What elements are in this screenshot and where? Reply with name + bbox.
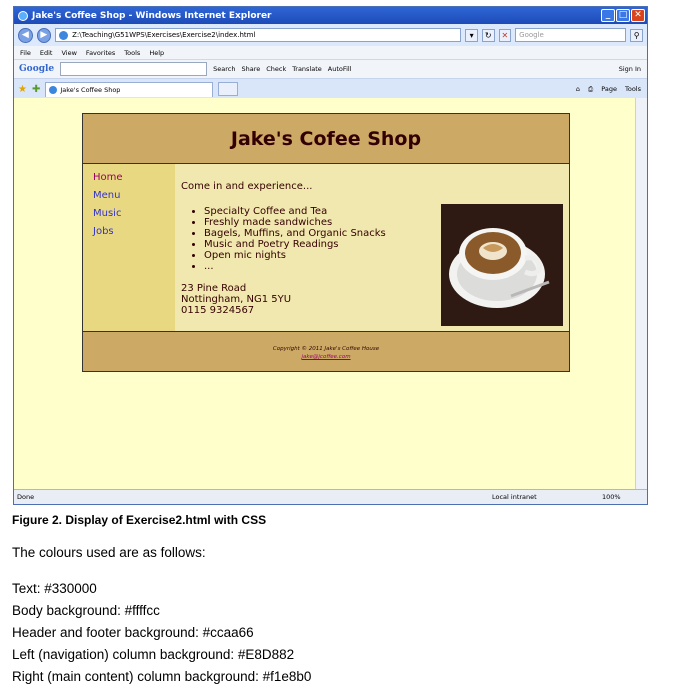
google-check-button[interactable]: Check: [266, 65, 286, 73]
title-bar: Jake's Coffee Shop - Windows Internet Ex…: [14, 7, 647, 24]
back-button[interactable]: ◀: [18, 27, 33, 43]
address-text: Z:\Teaching\G51WPS\Exercises\Exercise2\i…: [72, 31, 256, 39]
google-logo: Google: [19, 64, 55, 74]
nav-link-home[interactable]: Home: [93, 172, 175, 183]
security-zone: Local intranet: [492, 493, 537, 501]
window-title: Jake's Coffee Shop - Windows Internet Ex…: [32, 10, 272, 21]
menu-favorites[interactable]: Favorites: [86, 49, 115, 57]
colour-left-column: Left (navigation) column background: #E8…: [12, 647, 295, 662]
figure-caption: Figure 2. Display of Exercise2.html with…: [12, 513, 267, 527]
tab-page-icon: [49, 85, 58, 94]
colour-text: Text: #330000: [12, 581, 97, 596]
address-dropdown-icon[interactable]: ▾: [465, 28, 478, 42]
status-text: Done: [17, 493, 35, 501]
address-bar: ◀ ▶ Z:\Teaching\G51WPS\Exercises\Exercis…: [14, 24, 647, 46]
tab-label: Jake's Coffee Shop: [60, 85, 121, 94]
main-content: Come in and experience... Specialty Coff…: [175, 164, 569, 331]
page-menu[interactable]: Page: [601, 85, 617, 94]
page-container: Jake's Cofee Shop Home Menu Music Jobs C…: [82, 113, 570, 372]
zoom-level[interactable]: 100%: [602, 493, 647, 501]
colour-right-column: Right (main content) column background: …: [12, 669, 312, 684]
add-favorites-icon[interactable]: ✚: [32, 84, 40, 95]
search-icon[interactable]: ⚲: [630, 28, 643, 42]
menu-help[interactable]: Help: [149, 49, 164, 57]
menu-tools[interactable]: Tools: [124, 49, 140, 57]
maximize-button[interactable]: □: [616, 9, 630, 22]
google-sign-in-button[interactable]: Sign In: [619, 65, 647, 73]
footer-copyright: Copyright © 2011 Jake's Coffee House: [272, 346, 380, 352]
intro-text: Come in and experience...: [181, 181, 313, 192]
menu-file[interactable]: File: [20, 49, 31, 57]
google-share-button[interactable]: Share: [241, 65, 260, 73]
search-input[interactable]: Google: [515, 28, 627, 42]
browser-window: Jake's Coffee Shop - Windows Internet Ex…: [13, 6, 648, 505]
nav-link-menu[interactable]: Menu: [93, 190, 175, 201]
stop-icon[interactable]: ✕: [498, 28, 512, 42]
colours-intro: The colours used are as follows:: [12, 545, 206, 560]
refresh-icon[interactable]: ↻: [481, 28, 495, 42]
colour-body-background: Body background: #ffffcc: [12, 603, 160, 618]
menu-view[interactable]: View: [61, 49, 76, 57]
page-icon: [59, 31, 69, 40]
page-header: Jake's Cofee Shop: [83, 114, 569, 164]
google-search-input[interactable]: [60, 62, 208, 76]
page-viewport: Jake's Cofee Shop Home Menu Music Jobs C…: [14, 98, 636, 491]
close-button[interactable]: ✕: [631, 9, 645, 22]
favorites-star-icon[interactable]: ★: [18, 84, 27, 95]
minimize-button[interactable]: _: [601, 9, 615, 22]
forward-button[interactable]: ▶: [36, 27, 52, 43]
footer-email-link[interactable]: jake@jcoffee.com: [83, 353, 569, 361]
google-toolbar: Google Search Share Check Translate Auto…: [14, 59, 647, 78]
google-translate-button[interactable]: Translate: [292, 65, 322, 73]
ie-logo-icon: [18, 10, 28, 21]
left-navigation: Home Menu Music Jobs: [83, 164, 175, 331]
print-icon[interactable]: ⎙: [588, 85, 593, 94]
google-autofill-button[interactable]: AutoFill: [328, 65, 352, 73]
address-input[interactable]: Z:\Teaching\G51WPS\Exercises\Exercise2\i…: [55, 28, 462, 42]
status-bar: Done Local intranet 100%: [14, 489, 647, 504]
tab-bar: ★ ✚ Jake's Coffee Shop ⌂ ⎙ Page Tools: [14, 78, 647, 99]
coffee-cup-photo: [441, 204, 563, 326]
nav-link-music[interactable]: Music: [93, 208, 175, 219]
vertical-scrollbar[interactable]: [635, 98, 647, 491]
page-footer: Copyright © 2011 Jake's Coffee House jak…: [83, 331, 569, 371]
tools-menu[interactable]: Tools: [625, 85, 641, 94]
menu-edit[interactable]: Edit: [40, 49, 53, 57]
colour-header-footer: Header and footer background: #ccaa66: [12, 625, 254, 640]
nav-link-jobs[interactable]: Jobs: [93, 226, 175, 237]
google-search-button[interactable]: Search: [213, 65, 235, 73]
new-tab-button[interactable]: [218, 82, 239, 96]
home-icon[interactable]: ⌂: [576, 85, 580, 94]
menu-bar: File Edit View Favorites Tools Help: [14, 46, 647, 59]
tab-jakes-coffee-shop[interactable]: Jake's Coffee Shop: [45, 81, 214, 97]
